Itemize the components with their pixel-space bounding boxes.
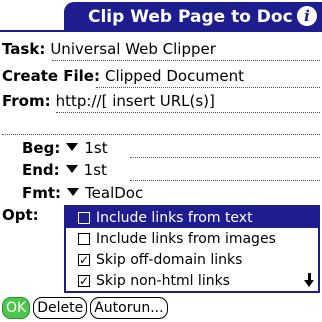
end-underline (130, 180, 320, 181)
end-label: End: (22, 161, 60, 179)
end-row: End: 1st (22, 157, 107, 179)
create-file-label: Create File: (2, 67, 100, 85)
create-file-value[interactable]: Clipped Document (105, 67, 244, 85)
checkbox-icon[interactable] (78, 232, 90, 245)
end-value[interactable]: 1st (84, 161, 107, 179)
fmt-row: Fmt: TealDoc (22, 180, 143, 202)
checkbox-icon[interactable] (78, 211, 90, 224)
task-label: Task: (2, 40, 46, 58)
option-label: Skip off-domain links (96, 251, 243, 268)
beg-underline (130, 157, 320, 158)
option-include-links-text[interactable]: Include links from text (66, 207, 318, 228)
title-underline (0, 30, 322, 32)
from-underline-1 (56, 112, 320, 113)
ok-button[interactable]: OK (2, 297, 31, 319)
checkbox-checked-icon[interactable]: ✓ (78, 274, 90, 287)
beg-label: Beg: (22, 139, 61, 157)
end-dropdown-icon[interactable] (65, 165, 78, 173)
from-label: From: (2, 92, 51, 110)
from-row[interactable]: From: http://[ insert URL(s)] (2, 88, 215, 110)
button-bar: OK Delete Autorun... (2, 297, 168, 319)
opt-row: Opt: (2, 202, 39, 224)
option-skip-non-html[interactable]: ✓ Skip non-html links (66, 270, 318, 291)
opt-label: Opt: (2, 206, 39, 224)
title-tab: Clip Web Page to Doc i (64, 2, 322, 31)
task-row[interactable]: Task: Universal Web Clipper (2, 36, 216, 58)
beg-value[interactable]: 1st (84, 139, 107, 157)
checkbox-checked-icon[interactable]: ✓ (78, 253, 90, 266)
option-label: Include links from images (96, 230, 276, 247)
fmt-label: Fmt: (22, 184, 62, 202)
delete-button[interactable]: Delete (33, 297, 88, 319)
option-include-links-images[interactable]: Include links from images (66, 228, 318, 249)
task-value[interactable]: Universal Web Clipper (50, 40, 216, 58)
options-popup-list[interactable]: Include links from text Include links fr… (64, 205, 320, 293)
scroll-down-arrow-icon[interactable] (304, 273, 314, 287)
info-icon[interactable]: i (297, 6, 317, 26)
option-label: Include links from text (96, 209, 253, 226)
title-bar: Clip Web Page to Doc i (0, 0, 322, 32)
task-underline (52, 60, 320, 61)
beg-row: Beg: 1st (22, 135, 108, 157)
app-title: Clip Web Page to Doc (88, 6, 293, 27)
create-file-row[interactable]: Create File: Clipped Document (2, 63, 244, 85)
fmt-dropdown-icon[interactable] (67, 188, 80, 196)
beg-dropdown-icon[interactable] (66, 143, 79, 151)
autorun-button[interactable]: Autorun... (90, 297, 168, 319)
option-skip-off-domain[interactable]: ✓ Skip off-domain links (66, 249, 318, 270)
fmt-value[interactable]: TealDoc (85, 184, 143, 202)
from-value[interactable]: http://[ insert URL(s)] (56, 92, 215, 110)
option-label: Skip non-html links (96, 272, 230, 289)
